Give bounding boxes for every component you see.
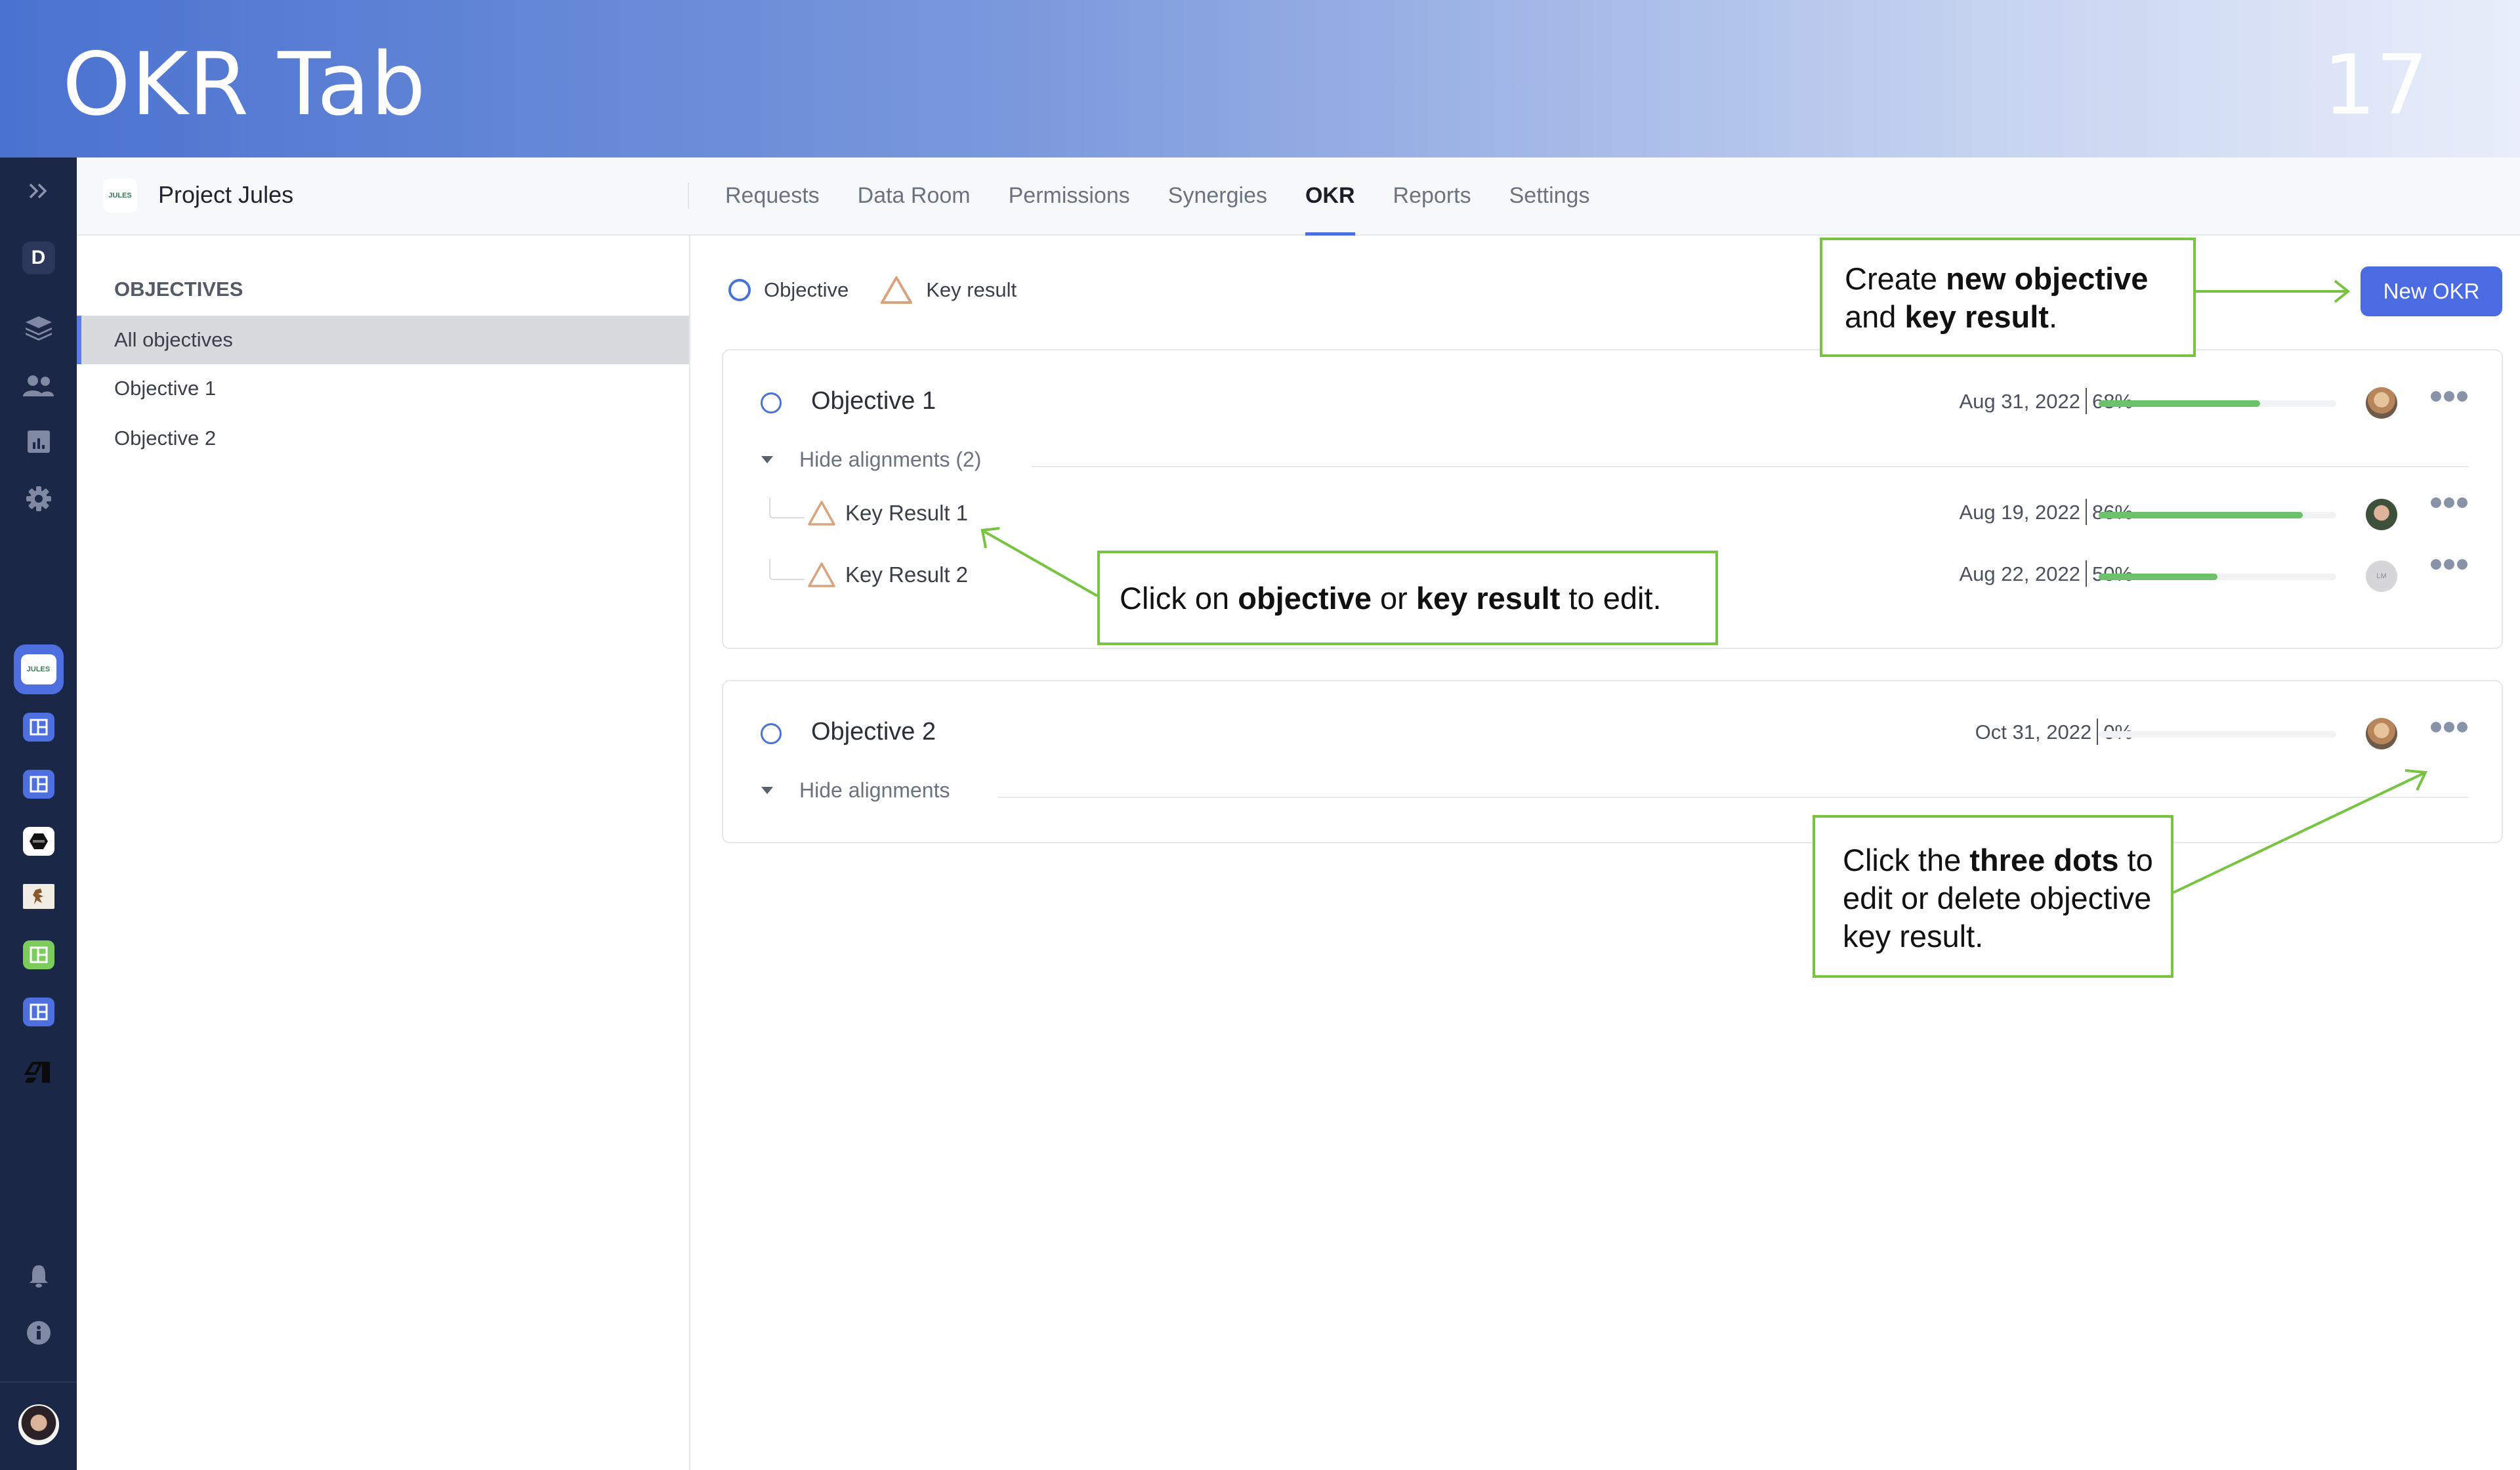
objective-meta: Oct 31, 20220% [1739, 719, 2133, 747]
owner-avatar[interactable] [2366, 718, 2397, 749]
objectives-item-all[interactable]: All objectives [77, 316, 689, 364]
mascot-icon [22, 884, 54, 909]
bell-icon[interactable] [0, 1263, 77, 1288]
board-icon [22, 770, 54, 799]
hide-alignments-toggle[interactable]: Hide alignments (2) [761, 448, 981, 472]
tab-okr[interactable]: OKR [1286, 158, 1374, 236]
owner-avatar[interactable] [2366, 387, 2397, 419]
tab-requests[interactable]: Requests [725, 158, 839, 234]
due-date: Aug 22, 2022 [1959, 562, 2080, 586]
progress-bar [2099, 400, 2336, 407]
objective-card-2: Objective 2 Oct 31, 20220% Hide alignmen… [722, 680, 2503, 843]
layers-icon[interactable] [0, 315, 77, 341]
key-result-meta: Aug 22, 202250% [1739, 560, 2133, 589]
slide-banner: OKR Tab 17 [0, 0, 2520, 158]
project-topbar: JULES Project Jules Requests Data Room P… [77, 158, 2520, 236]
callout-three-dots: Click the three dots to edit or delete o… [1813, 815, 2174, 978]
more-options-icon[interactable] [2431, 722, 2468, 732]
tab-reports[interactable]: Reports [1374, 158, 1490, 234]
slide-title: OKR Tab [62, 34, 427, 135]
sidebar-nav: D JULES [0, 158, 77, 1470]
due-date: Oct 31, 2022 [1975, 721, 2092, 744]
app-board-3[interactable] [0, 998, 77, 1026]
brand-icon [23, 1062, 50, 1083]
legend-objective-label: Objective [764, 278, 849, 301]
sidebar-divider [0, 1381, 77, 1383]
project-tabs: Requests Data Room Permissions Synergies… [725, 158, 1609, 236]
gear-icon[interactable] [0, 486, 77, 512]
jules-logo: JULES [20, 654, 56, 684]
due-date: Aug 19, 2022 [1959, 501, 2080, 524]
objectives-heading: OBJECTIVES [114, 278, 243, 301]
workspace-switcher[interactable]: D [0, 242, 77, 274]
key-result-title[interactable]: Key Result 1 [845, 501, 968, 526]
more-options-icon[interactable] [2431, 559, 2468, 570]
objectives-item-1[interactable]: Objective 1 [77, 364, 689, 413]
progress-bar [2099, 512, 2336, 518]
key-result-title[interactable]: Key Result 2 [845, 562, 968, 587]
owner-avatar[interactable] [2366, 499, 2397, 530]
workspace-initial: D [22, 242, 55, 274]
objective-title[interactable]: Objective 1 [811, 387, 936, 415]
divider [1032, 466, 2469, 467]
progress-bar [2099, 574, 2336, 580]
due-date: Aug 31, 2022 [1959, 390, 2080, 413]
tab-settings[interactable]: Settings [1490, 158, 1609, 234]
objective-circle-icon [761, 392, 782, 413]
app-board-green[interactable] [0, 940, 77, 969]
objectives-item-2[interactable]: Objective 2 [77, 414, 689, 463]
callout-edit: Click on objective or key result to edit… [1097, 551, 1718, 645]
tab-data-room[interactable]: Data Room [839, 158, 990, 234]
okr-legend: Objective Key result [728, 276, 1017, 304]
slide-page-number: 17 [2323, 37, 2429, 133]
new-okr-button[interactable]: New OKR [2361, 266, 2502, 316]
caret-down-icon [761, 787, 773, 794]
hide-alignments-toggle[interactable]: Hide alignments [761, 778, 950, 803]
tree-connector [769, 559, 805, 580]
app-board-1[interactable] [0, 713, 77, 742]
info-icon[interactable] [0, 1320, 77, 1345]
topbar-divider [688, 182, 689, 209]
key-result-triangle-icon [808, 501, 835, 526]
owner-avatar[interactable]: LM [2366, 560, 2397, 592]
callout-new-okr: Create new objective and and key result. [1820, 238, 2196, 357]
double-chevron-right-icon[interactable] [0, 182, 77, 200]
board-icon [22, 940, 54, 969]
legend-key-result-label: Key result [926, 278, 1017, 301]
key-result-triangle-icon [808, 562, 835, 587]
caret-down-icon [761, 456, 773, 463]
demo-icon [22, 827, 54, 856]
app-demo[interactable] [0, 827, 77, 856]
project-logo: JULES [103, 178, 137, 213]
more-options-icon[interactable] [2431, 497, 2468, 508]
tab-synergies[interactable]: Synergies [1149, 158, 1286, 234]
board-icon [22, 998, 54, 1026]
objective-meta: Aug 31, 202268% [1739, 388, 2133, 416]
toggle-label: Hide alignments (2) [799, 448, 982, 471]
key-result-triangle-icon [881, 276, 913, 304]
tree-connector [769, 497, 805, 518]
user-avatar [18, 1404, 59, 1445]
project-name: Project Jules [158, 181, 294, 208]
user-avatar-button[interactable] [0, 1404, 77, 1445]
objective-circle-icon [728, 279, 751, 301]
divider [998, 797, 2469, 798]
toggle-label: Hide alignments [799, 778, 950, 802]
app-brand[interactable] [0, 1058, 77, 1084]
objective-title[interactable]: Objective 2 [811, 718, 936, 746]
tab-permissions[interactable]: Permissions [990, 158, 1149, 234]
objectives-panel: OBJECTIVES All objectives Objective 1 Ob… [77, 236, 690, 1470]
app-mascot[interactable] [0, 884, 77, 909]
key-result-meta: Aug 19, 202286% [1739, 499, 2133, 527]
chart-icon[interactable] [0, 430, 77, 453]
board-icon [22, 713, 54, 742]
more-options-icon[interactable] [2431, 391, 2468, 402]
progress-bar [2099, 731, 2336, 738]
users-icon[interactable] [0, 374, 77, 398]
app-board-2[interactable] [0, 770, 77, 799]
objective-circle-icon [761, 723, 782, 744]
app-jules[interactable]: JULES [0, 644, 77, 694]
